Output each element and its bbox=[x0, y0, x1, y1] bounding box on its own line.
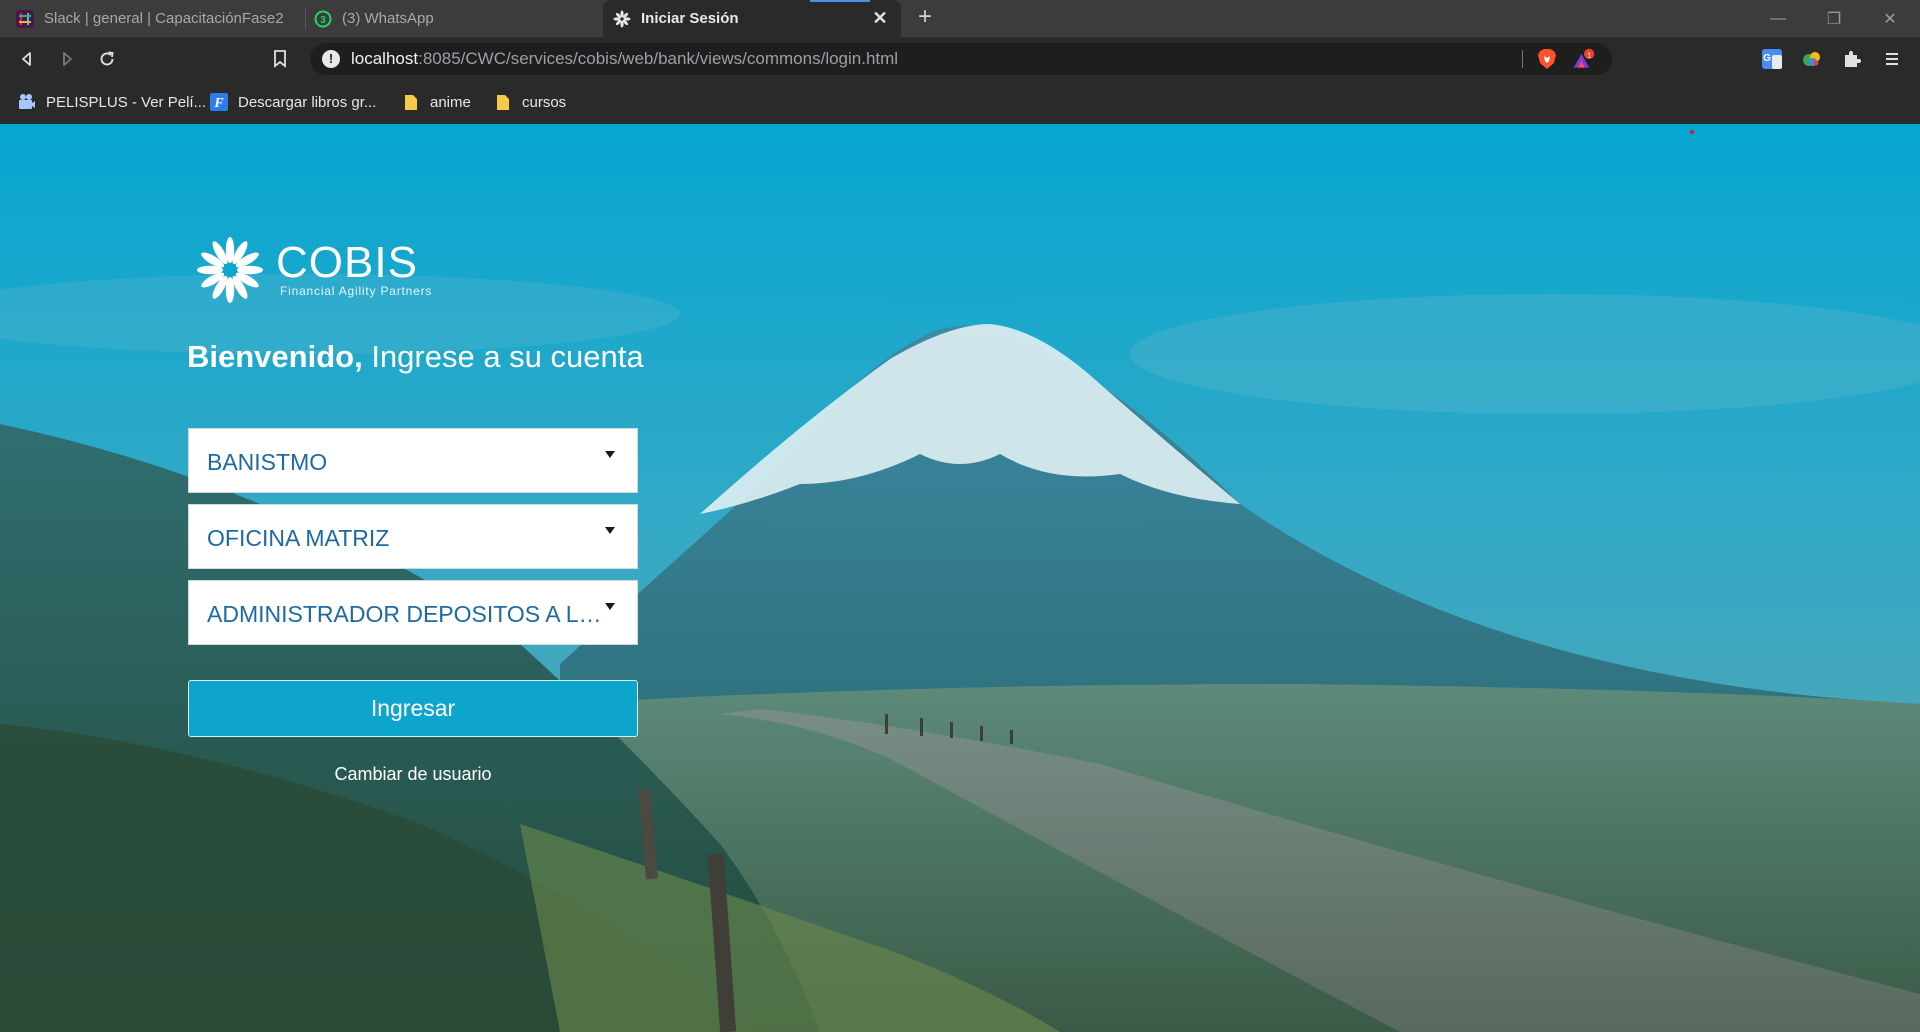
role-select-value: ADMINISTRADOR DEPOSITOS A LA VISTA bbox=[207, 601, 607, 627]
bookmark-icon bbox=[274, 50, 286, 68]
welcome-bold: Bienvenido, bbox=[187, 339, 363, 374]
bookmarks-bar: PELISPLUS - Ver Pelí... F Descargar libr… bbox=[0, 81, 1920, 124]
role-select[interactable]: ADMINISTRADOR DEPOSITOS A LA VISTA bbox=[188, 580, 638, 645]
browser-menu-button[interactable] bbox=[1880, 47, 1904, 71]
pelisplus-icon bbox=[19, 94, 35, 109]
forward-button[interactable] bbox=[55, 47, 79, 71]
site-info-icon[interactable]: ! bbox=[322, 50, 340, 68]
bookmark-label: Descargar libros gr... bbox=[238, 93, 377, 111]
dropdown-arrow-icon bbox=[605, 451, 615, 458]
reload-button[interactable] bbox=[95, 47, 119, 71]
f-icon: F bbox=[210, 93, 228, 111]
bank-select-value: BANISTMO bbox=[207, 449, 328, 475]
office-select-value: OFICINA MATRIZ bbox=[207, 525, 390, 551]
extension-button[interactable] bbox=[1800, 47, 1824, 71]
restore-button[interactable]: ❐ bbox=[1806, 0, 1862, 37]
bookmark-folder-cursos[interactable]: cursos bbox=[494, 90, 566, 114]
bookmark-label: anime bbox=[430, 93, 471, 111]
cobis-icon bbox=[613, 9, 631, 28]
svg-text:COBIS: COBIS bbox=[276, 238, 418, 287]
tab-title: Slack | general | CapacitaciónFase2 bbox=[44, 10, 284, 27]
colorful-extension-icon bbox=[1803, 52, 1820, 66]
back-icon bbox=[22, 52, 31, 66]
tab-title: Iniciar Sesión bbox=[641, 10, 739, 27]
brave-rewards-button[interactable]: 1 bbox=[1572, 47, 1596, 71]
login-submit-button[interactable]: Ingresar bbox=[188, 680, 638, 737]
bookmark-label: cursos bbox=[522, 93, 567, 111]
bank-select[interactable]: BANISTMO bbox=[188, 428, 638, 493]
tab-divider bbox=[305, 9, 306, 29]
omnibox-divider bbox=[1522, 50, 1523, 68]
login-page: COBIS Financial Agility Partners Bienven… bbox=[0, 124, 1920, 1032]
new-tab-button[interactable]: + bbox=[912, 5, 938, 31]
welcome-subtitle: Ingrese a su cuenta bbox=[362, 339, 644, 374]
browser-toolbar: ! localhost:8085/CWC/services/cobis/web/… bbox=[0, 37, 1920, 81]
address-bar[interactable]: ! localhost:8085/CWC/services/cobis/web/… bbox=[310, 43, 1612, 75]
tab-loading-indicator bbox=[810, 0, 870, 2]
forward-icon bbox=[63, 52, 72, 66]
svg-text:1: 1 bbox=[1587, 50, 1591, 59]
puzzle-icon bbox=[1845, 51, 1861, 67]
svg-text:Financial Agility Partners: Financial Agility Partners bbox=[280, 284, 432, 298]
extensions-menu-button[interactable] bbox=[1840, 47, 1864, 71]
tab-whatsapp[interactable]: 3 (3) WhatsApp bbox=[310, 0, 600, 37]
brave-lion-icon bbox=[1538, 49, 1556, 69]
bookmark-label: PELISPLUS - Ver Pelí... bbox=[46, 93, 207, 111]
close-window-button[interactable]: ✕ bbox=[1862, 0, 1918, 37]
cobis-logo: COBIS Financial Agility Partners bbox=[196, 228, 456, 308]
bookmark-descargar-libros[interactable]: F Descargar libros gr... bbox=[210, 90, 376, 114]
bookmark-button[interactable] bbox=[268, 47, 292, 71]
google-translate-button[interactable]: G bbox=[1760, 47, 1784, 71]
reload-icon bbox=[100, 51, 114, 66]
tab-strip: Slack | general | CapacitaciónFase2 3 (3… bbox=[0, 0, 1920, 37]
dropdown-arrow-icon bbox=[605, 603, 615, 610]
dropdown-arrow-icon bbox=[605, 527, 615, 534]
back-button[interactable] bbox=[15, 47, 39, 71]
welcome-heading: Bienvenido, Ingrese a su cuenta bbox=[187, 339, 644, 375]
folder-icon bbox=[405, 95, 417, 110]
brave-shields-button[interactable] bbox=[1535, 47, 1559, 71]
svg-text:F: F bbox=[213, 96, 224, 111]
bookmark-folder-anime[interactable]: anime bbox=[402, 90, 471, 114]
tab-slack[interactable]: Slack | general | CapacitaciónFase2 bbox=[12, 0, 300, 37]
translate-icon: G bbox=[1762, 49, 1782, 69]
brave-rewards-icon: 1 bbox=[1573, 48, 1595, 68]
tab-login[interactable]: Iniciar Sesión ✕ bbox=[603, 0, 901, 37]
folder-icon bbox=[497, 95, 509, 110]
office-select[interactable]: OFICINA MATRIZ bbox=[188, 504, 638, 569]
svg-text:G: G bbox=[1763, 53, 1771, 64]
close-tab-icon[interactable]: ✕ bbox=[869, 7, 891, 29]
slack-icon bbox=[16, 9, 34, 28]
status-dot bbox=[1690, 130, 1694, 134]
change-user-link[interactable]: Cambiar de usuario bbox=[188, 764, 638, 785]
url-text[interactable]: localhost:8085/CWC/services/cobis/web/ba… bbox=[351, 49, 898, 69]
bookmark-pelisplus[interactable]: PELISPLUS - Ver Pelí... bbox=[18, 90, 206, 114]
svg-text:3: 3 bbox=[320, 15, 326, 26]
hamburger-menu-icon bbox=[1886, 53, 1898, 65]
whatsapp-icon: 3 bbox=[314, 10, 332, 27]
minimize-button[interactable]: — bbox=[1750, 0, 1806, 37]
tab-title: (3) WhatsApp bbox=[342, 10, 434, 27]
cobis-flower-logo-icon: COBIS Financial Agility Partners bbox=[197, 237, 432, 303]
